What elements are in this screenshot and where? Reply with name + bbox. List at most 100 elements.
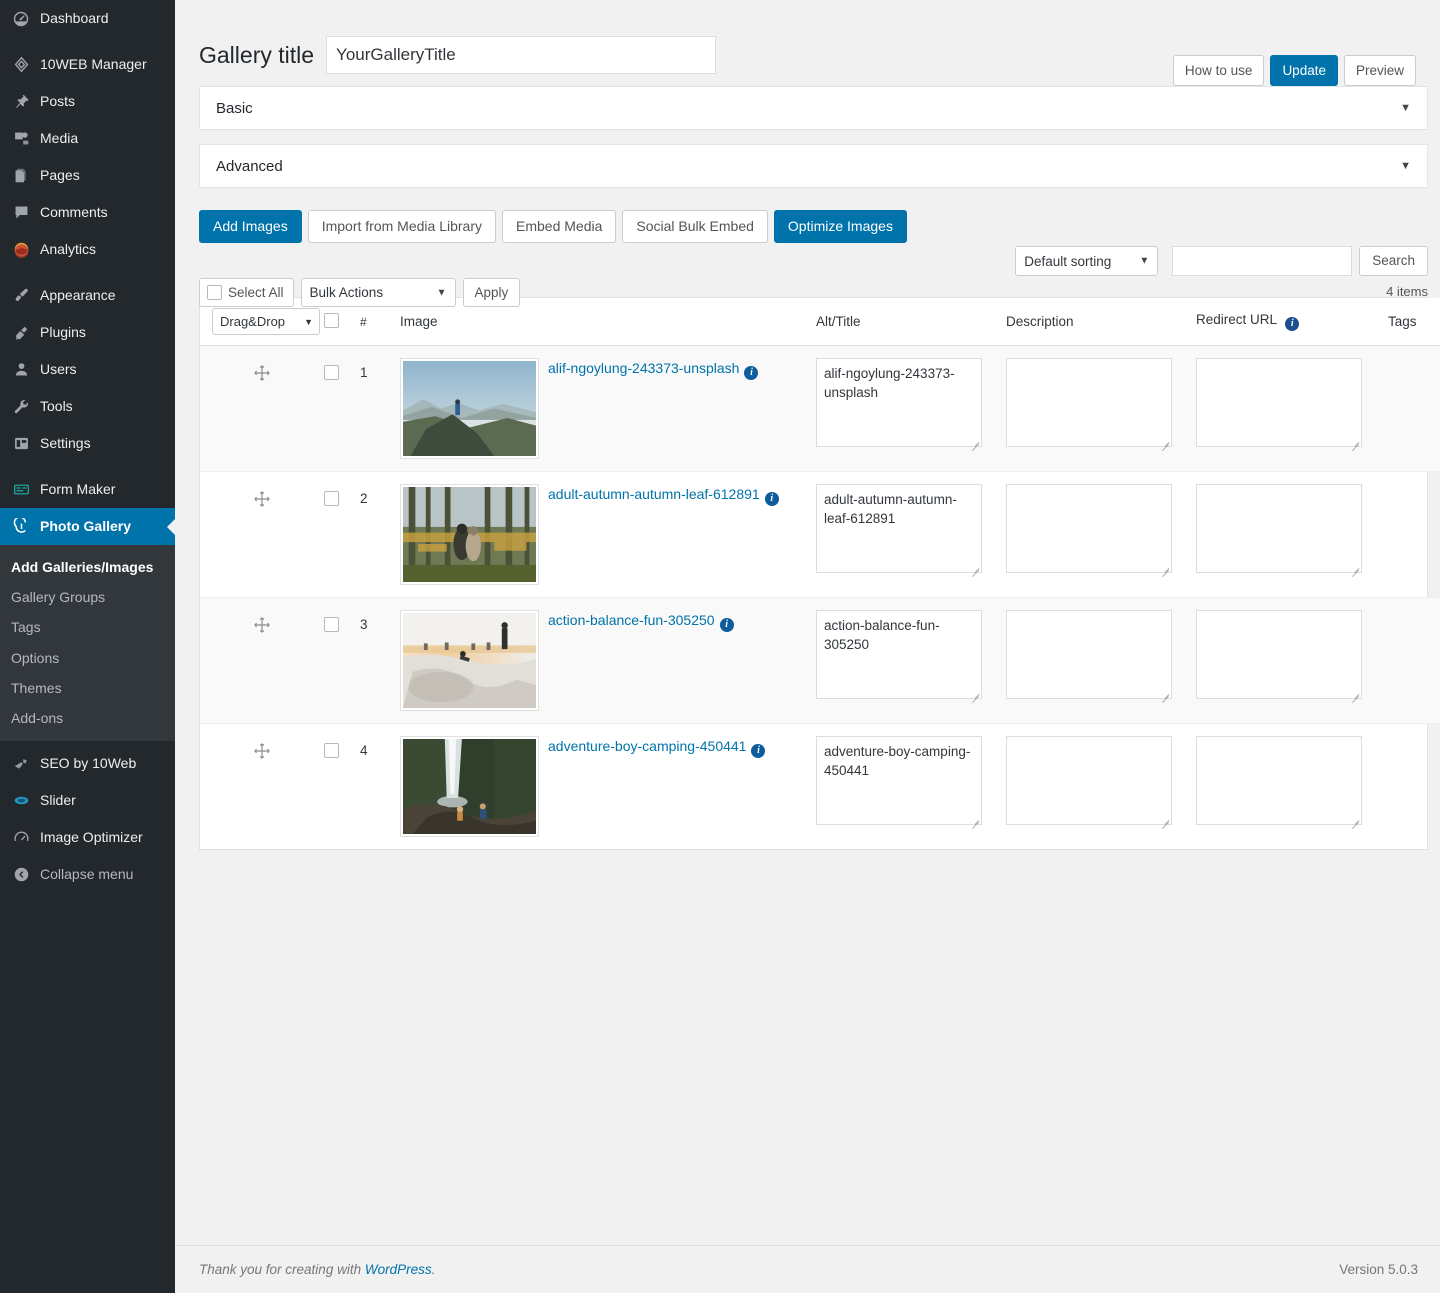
submenu-item-add-galleries-images[interactable]: Add Galleries/Images: [0, 552, 175, 582]
footer-thanks-text: Thank you for creating with WordPress.: [199, 1262, 435, 1277]
wordpress-link[interactable]: WordPress: [365, 1262, 432, 1277]
bulk-actions-value: Bulk Actions: [309, 285, 384, 300]
drag-handle-icon[interactable]: [253, 490, 271, 508]
sidebar-item-users[interactable]: Users: [0, 351, 175, 388]
sidebar-item-seo-by-10web[interactable]: SEO by 10Web: [0, 745, 175, 782]
info-icon[interactable]: i: [751, 744, 766, 758]
apply-button[interactable]: Apply: [462, 278, 521, 307]
image-title-link[interactable]: adventure-boy-camping-450441: [548, 738, 746, 754]
photo-gallery-icon: [11, 517, 31, 537]
row-redirect-url-cell: [1196, 471, 1388, 598]
row-number-cell: 1: [360, 345, 400, 472]
basic-settings-panel[interactable]: Basic ▼: [199, 86, 1428, 130]
header-description: Description: [1006, 298, 1196, 346]
row-tags-cell[interactable]: [1388, 724, 1440, 850]
sidebar-item-photo-gallery[interactable]: Photo Gallery: [0, 508, 175, 545]
info-icon[interactable]: i: [719, 618, 734, 632]
submenu-item-add-ons[interactable]: Add-ons: [0, 703, 175, 733]
row-tags-cell[interactable]: [1388, 471, 1440, 598]
image-title-link[interactable]: alif-ngoylung-243373-unsplash: [548, 360, 739, 376]
sidebar-item-slider[interactable]: Slider: [0, 782, 175, 819]
form-maker-icon: [11, 480, 31, 500]
select-all-rows-checkbox[interactable]: [324, 312, 339, 328]
search-input[interactable]: [1172, 246, 1353, 276]
row-tags-cell[interactable]: [1388, 597, 1440, 724]
redirect-url-textarea[interactable]: [1196, 736, 1362, 825]
sidebar-item-appearance[interactable]: Appearance: [0, 277, 175, 314]
alt-title-textarea[interactable]: [816, 610, 982, 699]
image-thumbnail[interactable]: [400, 610, 539, 711]
description-textarea[interactable]: [1006, 484, 1172, 573]
drag-drop-select[interactable]: Drag&Drop ▼: [212, 308, 320, 335]
description-textarea[interactable]: [1006, 736, 1172, 825]
row-checkbox[interactable]: [324, 743, 339, 758]
sidebar-item-media[interactable]: Media: [0, 120, 175, 157]
wrench-icon: [11, 397, 31, 417]
info-icon[interactable]: i: [764, 492, 779, 506]
drag-handle-icon[interactable]: [253, 742, 271, 760]
redirect-url-textarea[interactable]: [1196, 610, 1362, 699]
info-icon[interactable]: i: [744, 366, 759, 380]
sidebar-item-label: Dashboard: [40, 10, 109, 26]
sidebar-item-posts[interactable]: Posts: [0, 83, 175, 120]
gallery-title-input[interactable]: [326, 36, 717, 74]
how-to-use-button[interactable]: How to use: [1172, 55, 1265, 86]
collapse-menu-button[interactable]: Collapse menu: [0, 856, 175, 893]
sidebar-item-tools[interactable]: Tools: [0, 388, 175, 425]
info-icon[interactable]: i: [1285, 317, 1300, 331]
social-bulk-embed-button[interactable]: Social Bulk Embed: [622, 210, 768, 243]
redirect-url-textarea[interactable]: [1196, 484, 1362, 573]
add-images-button[interactable]: Add Images: [199, 210, 302, 243]
row-tags-cell[interactable]: [1388, 345, 1440, 472]
submenu-item-options[interactable]: Options: [0, 643, 175, 673]
submenu-item-gallery-groups[interactable]: Gallery Groups: [0, 582, 175, 612]
page-title: Gallery title: [199, 41, 315, 68]
analytics-icon: [11, 240, 31, 260]
optimize-images-button[interactable]: Optimize Images: [773, 210, 907, 243]
sidebar-item-label: Comments: [40, 204, 108, 220]
sidebar-item-10web-manager[interactable]: 10WEB Manager: [0, 46, 175, 83]
preview-button[interactable]: Preview: [1343, 55, 1416, 86]
sidebar-item-comments[interactable]: Comments: [0, 194, 175, 231]
row-checkbox[interactable]: [324, 617, 339, 632]
row-description-cell: [1006, 597, 1196, 724]
alt-title-textarea[interactable]: [816, 736, 982, 825]
drag-handle-icon[interactable]: [253, 616, 271, 634]
sidebar-item-label: Posts: [40, 93, 76, 109]
description-textarea[interactable]: [1006, 358, 1172, 447]
sidebar-item-form-maker[interactable]: Form Maker: [0, 471, 175, 508]
sidebar-item-label: Settings: [40, 435, 91, 451]
image-title-link[interactable]: action-balance-fun-305250: [548, 612, 715, 628]
sidebar-item-settings[interactable]: Settings: [0, 425, 175, 462]
row-checkbox[interactable]: [324, 365, 339, 380]
sidebar-item-image-optimizer[interactable]: Image Optimizer: [0, 819, 175, 856]
row-drag-cell: [200, 597, 324, 724]
sidebar-item-dashboard[interactable]: Dashboard: [0, 0, 175, 37]
advanced-settings-panel[interactable]: Advanced ▼: [199, 144, 1428, 188]
search-button[interactable]: Search: [1359, 246, 1428, 276]
sidebar-item-pages[interactable]: Pages: [0, 157, 175, 194]
submenu-item-tags[interactable]: Tags: [0, 612, 175, 642]
image-thumbnail[interactable]: [400, 736, 539, 837]
bulk-actions-select[interactable]: Bulk Actions ▼: [300, 278, 456, 307]
image-thumbnail[interactable]: [400, 484, 539, 585]
submenu-item-themes[interactable]: Themes: [0, 673, 175, 703]
admin-screen: Dashboard 10WEB Manager Posts Media Page…: [0, 0, 1440, 1293]
image-title-link[interactable]: adult-autumn-autumn-leaf-612891: [548, 486, 760, 502]
image-thumbnail[interactable]: [400, 358, 539, 459]
alt-title-textarea[interactable]: [816, 484, 982, 573]
row-checkbox[interactable]: [324, 491, 339, 506]
sidebar-item-analytics[interactable]: Analytics: [0, 231, 175, 268]
import-from-media-library-button[interactable]: Import from Media Library: [307, 210, 496, 243]
embed-media-button[interactable]: Embed Media: [502, 210, 617, 243]
alt-title-textarea[interactable]: [816, 358, 982, 447]
select-all-button[interactable]: Select All: [199, 278, 294, 307]
sorting-select[interactable]: Default sorting ▼: [1015, 246, 1159, 276]
drag-handle-icon[interactable]: [253, 364, 271, 382]
description-textarea[interactable]: [1006, 610, 1172, 699]
sidebar-item-plugins[interactable]: Plugins: [0, 314, 175, 351]
update-button[interactable]: Update: [1270, 55, 1338, 86]
select-all-checkbox[interactable]: [207, 285, 222, 300]
redirect-url-textarea[interactable]: [1196, 358, 1362, 447]
image-source-toolbar: Add Images Import from Media Library Emb…: [199, 210, 1428, 243]
